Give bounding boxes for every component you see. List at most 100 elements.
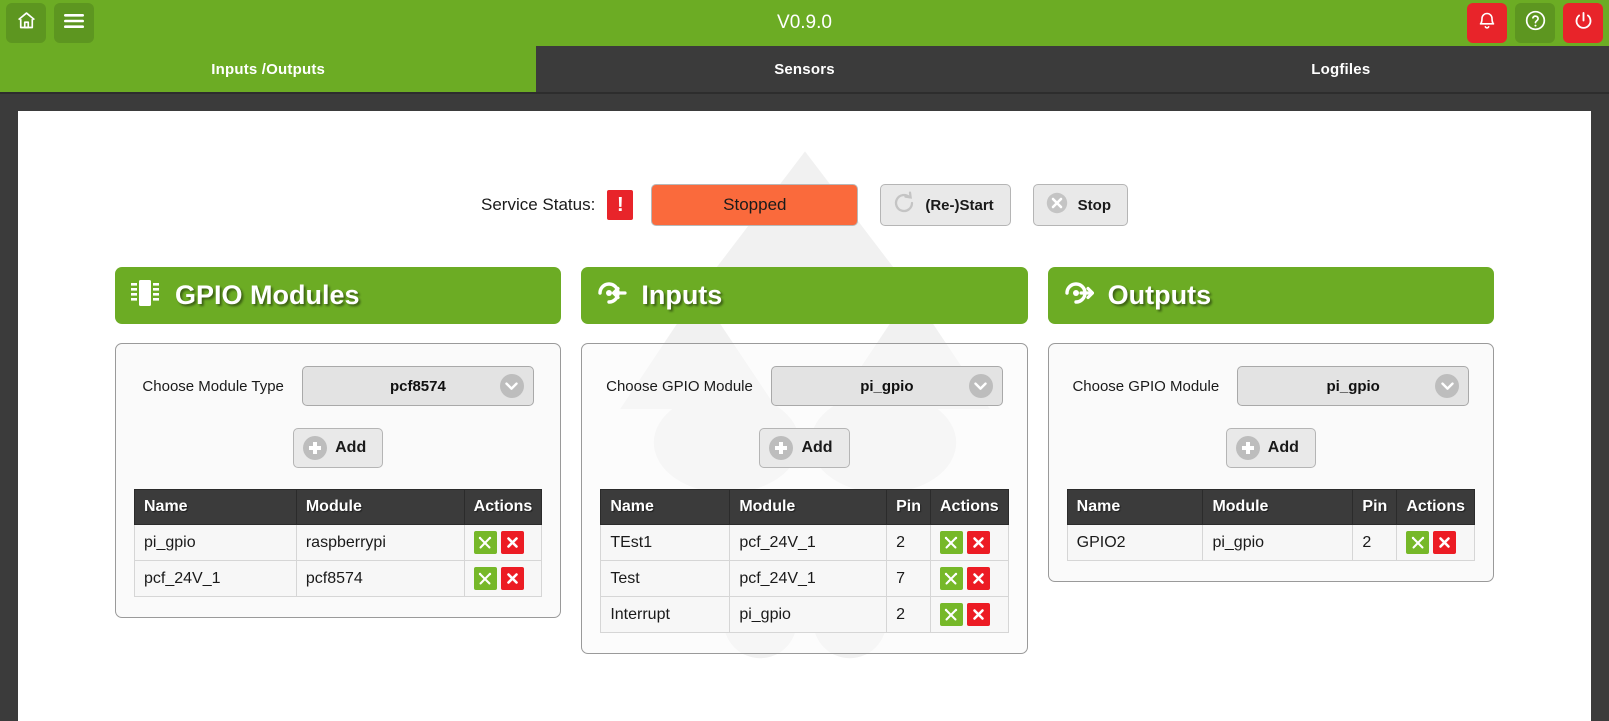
arrow-into-circle-icon — [595, 279, 627, 312]
panel-body: Choose Module Type pcf8574 Add Name Modu… — [115, 343, 562, 618]
col-actions: Actions — [463, 489, 543, 525]
page-body: Service Status: ! Stopped (Re-)Start Sto… — [0, 94, 1609, 721]
add-input-button[interactable]: Add — [759, 428, 850, 468]
tools-icon[interactable] — [1406, 531, 1430, 554]
tools-icon[interactable] — [939, 531, 963, 554]
arrow-out-of-circle-icon — [1062, 279, 1094, 312]
cell-name: Test — [600, 560, 731, 597]
col-actions: Actions — [1396, 489, 1475, 525]
cell-actions — [463, 524, 543, 561]
stop-service-button[interactable]: Stop — [1032, 184, 1128, 226]
panel-outputs: Outputs Choose GPIO Module pi_gpio Add N… — [1047, 267, 1494, 654]
add-row: Add — [600, 428, 1008, 468]
alert-icon: ! — [607, 190, 634, 220]
restart-service-label: (Re-)Start — [925, 196, 994, 214]
refresh-circle-icon — [892, 191, 916, 219]
chevron-down-icon — [499, 374, 524, 398]
col-pin: Pin — [1352, 489, 1398, 525]
cell-module: pcf_24V_1 — [729, 524, 888, 561]
top-bar-left-actions — [0, 3, 94, 43]
plus-icon — [1235, 436, 1260, 460]
tools-icon[interactable] — [939, 567, 963, 590]
x-circle-icon — [1045, 191, 1069, 219]
bell-icon — [1477, 11, 1497, 36]
chooser-label: Choose GPIO Module — [1072, 377, 1220, 395]
col-name: Name — [134, 489, 297, 525]
power-button[interactable] — [1563, 3, 1603, 43]
module-type-chooser: Choose Module Type pcf8574 — [134, 366, 542, 406]
add-module-label: Add — [335, 439, 367, 456]
col-name: Name — [1066, 489, 1204, 525]
col-module: Module — [295, 489, 465, 525]
tab-logfiles[interactable]: Logfiles — [1073, 46, 1609, 92]
add-input-label: Add — [801, 439, 833, 456]
stop-service-label: Stop — [1077, 196, 1111, 214]
panels-container: GPIO Modules Choose Module Type pcf8574 — [18, 226, 1591, 654]
gpio-module-select[interactable]: pi_gpio — [770, 366, 1003, 406]
delete-x-icon[interactable] — [966, 567, 990, 590]
gpio-module-selected-value: pi_gpio — [1326, 377, 1380, 395]
cell-actions — [929, 524, 1009, 561]
add-output-button[interactable]: Add — [1225, 428, 1316, 468]
panel-header: Inputs — [581, 267, 1028, 324]
tools-icon[interactable] — [939, 603, 963, 626]
panel-header: GPIO Modules — [115, 267, 562, 324]
service-status-badge[interactable]: Stopped — [651, 184, 859, 226]
notifications-button[interactable] — [1467, 3, 1507, 43]
add-output-label: Add — [1267, 439, 1299, 456]
help-button[interactable] — [1515, 3, 1555, 43]
table-row: GPIO2 pi_gpio 2 — [1066, 524, 1475, 561]
panel-inputs: Inputs Choose GPIO Module pi_gpio Add Na… — [581, 267, 1028, 654]
table-row: pi_gpio raspberrypi — [134, 524, 543, 561]
gpio-module-select[interactable]: pi_gpio — [1237, 366, 1470, 406]
panel-gpio-modules: GPIO Modules Choose Module Type pcf8574 — [115, 267, 562, 654]
panel-title: Inputs — [641, 280, 723, 310]
gpio-module-selected-value: pi_gpio — [860, 377, 914, 395]
cell-actions — [929, 596, 1009, 633]
tools-icon[interactable] — [473, 531, 497, 554]
delete-x-icon[interactable] — [966, 603, 990, 626]
chooser-label: Choose GPIO Module — [606, 377, 753, 395]
tools-icon[interactable] — [473, 567, 497, 590]
cell-name: pcf_24V_1 — [134, 560, 297, 597]
cell-actions — [1396, 524, 1475, 561]
delete-x-icon[interactable] — [1433, 531, 1457, 554]
table-header-row: Name Module Pin Actions — [600, 489, 1009, 525]
cell-actions — [463, 560, 543, 597]
power-icon — [1573, 10, 1594, 36]
module-type-selected-value: pcf8574 — [389, 377, 446, 395]
panel-title: Outputs — [1107, 280, 1212, 310]
home-button[interactable] — [6, 3, 46, 43]
cell-module: pi_gpio — [729, 596, 888, 633]
chip-icon — [129, 276, 161, 315]
cell-name: Interrupt — [600, 596, 731, 633]
col-name: Name — [600, 489, 731, 525]
card-content: Service Status: ! Stopped (Re-)Start Sto… — [18, 111, 1591, 654]
chevron-down-icon — [968, 374, 993, 398]
add-module-button[interactable]: Add — [293, 428, 384, 468]
delete-x-icon[interactable] — [500, 531, 524, 554]
menu-button[interactable] — [54, 3, 94, 43]
service-status-label: Service Status: — [481, 195, 596, 214]
plus-icon — [769, 436, 794, 460]
help-circle-icon — [1524, 9, 1547, 37]
delete-x-icon[interactable] — [500, 567, 524, 590]
col-module: Module — [1202, 489, 1354, 525]
panel-title: GPIO Modules — [175, 280, 360, 310]
cell-module: raspberrypi — [295, 524, 465, 561]
home-icon — [16, 10, 37, 36]
delete-x-icon[interactable] — [966, 531, 990, 554]
cell-module: pi_gpio — [1202, 524, 1354, 561]
col-pin: Pin — [886, 489, 931, 525]
tab-inputs-outputs[interactable]: Inputs /Outputs — [0, 46, 537, 92]
tab-sensors[interactable]: Sensors — [536, 46, 1072, 92]
panel-header: Outputs — [1047, 267, 1494, 324]
table-row: Interrupt pi_gpio 2 — [600, 596, 1009, 633]
module-type-select[interactable]: pcf8574 — [301, 366, 534, 406]
cell-name: pi_gpio — [134, 524, 297, 561]
cell-pin: 2 — [1352, 524, 1398, 561]
main-tabs: Inputs /Outputs Sensors Logfiles — [0, 46, 1609, 94]
restart-service-button[interactable]: (Re-)Start — [880, 184, 1011, 226]
content-card: Service Status: ! Stopped (Re-)Start Sto… — [18, 111, 1591, 721]
table-row: TEst1 pcf_24V_1 2 — [600, 524, 1009, 561]
